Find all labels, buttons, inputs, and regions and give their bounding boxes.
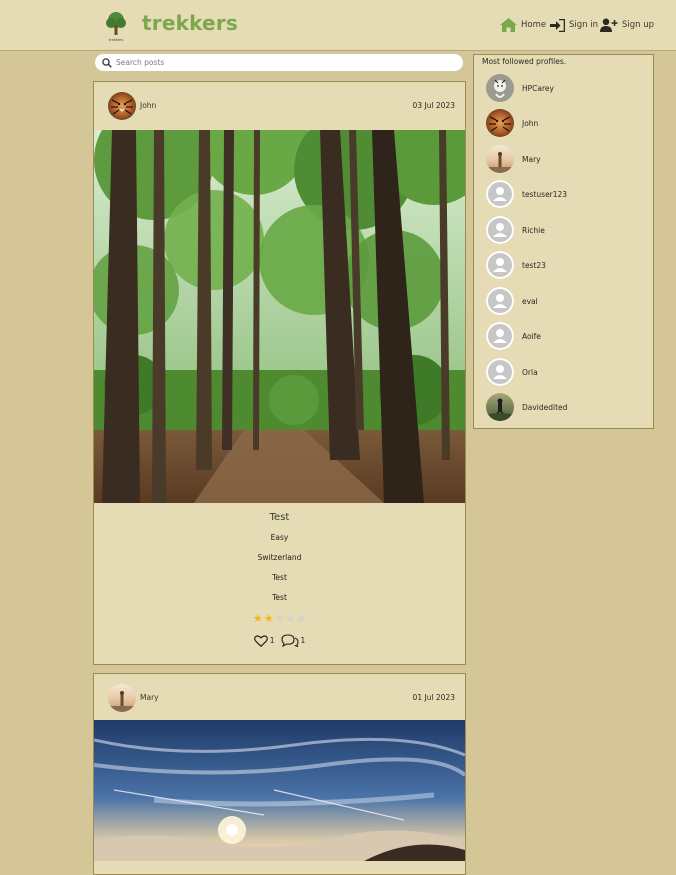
tiger-avatar-image — [486, 109, 514, 137]
search-bar[interactable] — [94, 53, 464, 72]
heart-icon[interactable] — [253, 634, 268, 647]
search-input[interactable] — [116, 58, 436, 67]
profile-name: HPCarey — [522, 84, 554, 93]
nav-sign-in-label: Sign in — [569, 20, 598, 30]
profile-avatar — [486, 393, 514, 421]
profile-name: John — [522, 119, 539, 128]
forest-trail-image — [89, 85, 489, 503]
profile-avatar — [486, 216, 514, 244]
profile-name: Mary — [522, 155, 541, 164]
star-filled-icon: ★ — [252, 612, 263, 625]
post-location: Switzerland — [257, 553, 302, 562]
profile-name: Davidedited — [522, 403, 568, 412]
default-avatar-icon — [486, 216, 514, 244]
profile-avatar — [486, 251, 514, 279]
tree-logo-icon: trekkers — [106, 12, 126, 42]
post-content: Test Easy Switzerland Test Test ★ ★ ★ ★ ★ 1 … — [94, 512, 465, 662]
profile-item[interactable]: Mary — [486, 145, 646, 175]
post-detail: Test — [272, 593, 287, 602]
profile-item[interactable]: Davidedited — [486, 393, 646, 423]
profile-item[interactable]: John — [486, 109, 646, 139]
default-avatar-icon — [486, 358, 514, 386]
most-followed-profiles: Most followed profiles. HPCarey John Mar… — [473, 54, 654, 429]
default-avatar-icon — [486, 287, 514, 315]
profile-item[interactable]: eval — [486, 287, 646, 317]
post-image[interactable] — [93, 720, 467, 861]
post-header: John 03 Jul 2023 — [94, 82, 465, 130]
profile-name: Aoife — [522, 332, 541, 341]
star-filled-icon: ★ — [263, 612, 274, 625]
profile-name: test23 — [522, 261, 546, 270]
sign-in-icon — [550, 18, 565, 32]
nav-sign-in-link[interactable]: Sign in — [550, 16, 598, 34]
logo-caption: trekkers — [109, 38, 123, 42]
brand-name[interactable]: trekkers — [142, 11, 238, 35]
home-icon — [500, 18, 517, 32]
sunset-avatar-image — [108, 684, 136, 712]
profile-item[interactable]: HPCarey — [486, 74, 646, 104]
nav-home-link[interactable]: Home — [500, 16, 546, 34]
comments-count: 1 — [300, 636, 306, 645]
profile-avatar — [486, 180, 514, 208]
sidebar-title: Most followed profiles. — [482, 57, 567, 66]
search-icon — [102, 57, 112, 68]
default-avatar-icon — [486, 322, 514, 350]
tiger-avatar-image — [108, 92, 136, 120]
profile-name: testuser123 — [522, 190, 568, 199]
post-date: 03 Jul 2023 — [412, 101, 455, 110]
profile-avatar — [486, 109, 514, 137]
post-detail: Test — [272, 573, 287, 582]
profile-item[interactable]: Aoife — [486, 322, 646, 352]
profile-avatar — [486, 74, 514, 102]
profile-avatar — [486, 358, 514, 386]
profile-item[interactable]: test23 — [486, 251, 646, 281]
profile-avatar — [486, 287, 514, 315]
post-header: Mary 01 Jul 2023 — [94, 674, 465, 722]
profile-avatar — [486, 145, 514, 173]
profile-name: eval — [522, 297, 538, 306]
profile-item[interactable]: Richie — [486, 216, 646, 246]
profile-name: Orla — [522, 368, 538, 377]
post-author-name[interactable]: Mary — [140, 693, 159, 702]
author-avatar[interactable] — [108, 684, 136, 712]
post-difficulty: Easy — [270, 533, 289, 542]
likes-count: 1 — [269, 636, 275, 645]
default-avatar-icon — [486, 251, 514, 279]
hiker-avatar-image — [486, 393, 514, 421]
nav-sign-up-link[interactable]: Sign up — [600, 16, 654, 34]
post-date: 01 Jul 2023 — [412, 693, 455, 702]
post-title: Test — [269, 512, 290, 523]
default-avatar-icon — [486, 180, 514, 208]
post-card: Mary 01 Jul 2023 — [93, 673, 467, 875]
post-author-name[interactable]: John — [140, 101, 156, 110]
nav-home-label: Home — [521, 20, 547, 30]
star-empty-icon: ★ — [296, 612, 307, 625]
profile-item[interactable]: testuser123 — [486, 180, 646, 210]
drawing-avatar-image — [486, 74, 514, 102]
profile-avatar — [486, 322, 514, 350]
navbar: trekkers trekkers Home Sign in Sign up — [0, 0, 676, 51]
comments-icon[interactable] — [280, 634, 299, 647]
post-image[interactable] — [89, 85, 489, 503]
rating-stars: ★ ★ ★ ★ ★ — [94, 613, 465, 624]
logo[interactable]: trekkers — [104, 11, 128, 43]
add-user-icon — [600, 18, 618, 32]
profile-item[interactable]: Orla — [486, 358, 646, 388]
star-empty-icon: ★ — [285, 612, 296, 625]
star-empty-icon: ★ — [274, 612, 285, 625]
post-stats: 1 1 — [94, 634, 465, 647]
sunset-avatar-image — [486, 145, 514, 173]
profile-name: Richie — [522, 226, 545, 235]
author-avatar[interactable] — [108, 92, 136, 120]
post-card: John 03 Jul 2023 Test Easy Switzerland T… — [89, 81, 489, 665]
nav-sign-up-label: Sign up — [622, 20, 655, 30]
sunset-clouds-image — [93, 720, 467, 861]
